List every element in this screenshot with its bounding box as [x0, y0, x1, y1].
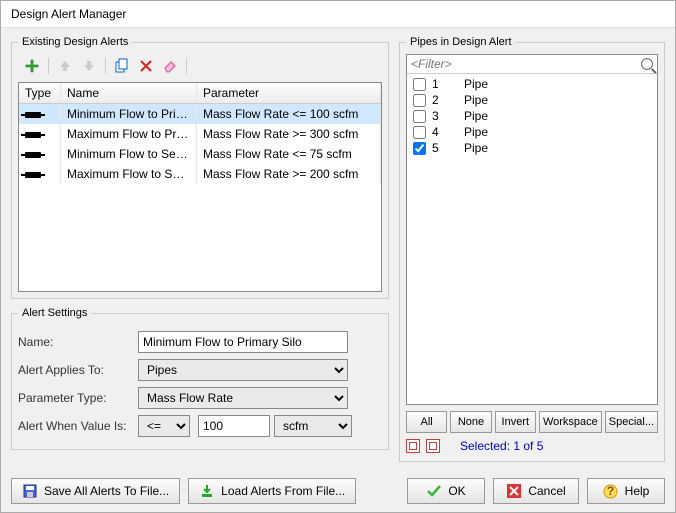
type-cell [19, 144, 61, 164]
list-item[interactable]: 2 Pipe [409, 92, 655, 108]
list-item[interactable]: 3 Pipe [409, 108, 655, 124]
pipes-filter-input[interactable] [411, 57, 641, 71]
load-alerts-button[interactable]: Load Alerts From File... [188, 478, 356, 504]
search-icon[interactable] [641, 58, 653, 70]
name-cell: Minimum Flow to Primar... [61, 104, 197, 124]
pipe-number: 3 [432, 109, 458, 123]
grid-view-icon[interactable] [406, 439, 420, 453]
value-input[interactable] [198, 415, 270, 437]
save-icon [22, 483, 38, 499]
existing-alerts-group: Existing Design Alerts Type Name Paramet… [11, 36, 389, 299]
alerts-grid[interactable]: Type Name Parameter Minimum Flow to Prim… [18, 82, 382, 292]
alert-settings-group: Alert Settings Name: Alert Applies To: P… [11, 307, 389, 450]
select-invert-button[interactable]: Invert [495, 411, 536, 433]
cancel-label: Cancel [528, 484, 565, 498]
header-name[interactable]: Name [61, 83, 197, 103]
existing-alerts-legend: Existing Design Alerts [18, 36, 132, 48]
pipe-number: 4 [432, 125, 458, 139]
pipe-checkbox[interactable] [413, 110, 426, 123]
select-none-button[interactable]: None [450, 411, 491, 433]
applies-select[interactable]: Pipes [138, 359, 348, 381]
pipe-label: Pipe [464, 77, 488, 91]
save-alerts-button[interactable]: Save All Alerts To File... [11, 478, 180, 504]
pipe-checkbox[interactable] [413, 126, 426, 139]
svg-text:?: ? [607, 484, 614, 498]
save-alerts-label: Save All Alerts To File... [44, 484, 169, 498]
list-item[interactable]: 4 Pipe [409, 124, 655, 140]
param-cell: Mass Flow Rate <= 75 scfm [197, 144, 381, 164]
pipe-checkbox[interactable] [413, 142, 426, 155]
pipe-type-icon [25, 112, 41, 118]
name-label: Name: [18, 335, 138, 349]
move-down-icon[interactable] [79, 56, 99, 76]
copy-icon[interactable] [112, 56, 132, 76]
pipe-label: Pipe [464, 141, 488, 155]
param-cell: Mass Flow Rate <= 100 scfm [197, 104, 381, 124]
type-cell [19, 164, 61, 184]
cancel-button[interactable]: Cancel [493, 478, 579, 504]
list-item[interactable]: 1 Pipe [409, 76, 655, 92]
cancel-icon [506, 483, 522, 499]
pipe-type-icon [25, 172, 41, 178]
move-up-icon[interactable] [55, 56, 75, 76]
pipe-type-icon [25, 132, 41, 138]
table-row[interactable]: Maximum Flow to Primar...Mass Flow Rate … [19, 124, 381, 144]
bottom-bar: Save All Alerts To File... Load Alerts F… [1, 470, 675, 512]
selected-count: Selected: 1 of 5 [460, 439, 543, 453]
window-titlebar: Design Alert Manager [1, 1, 675, 28]
select-workspace-button[interactable]: Workspace [539, 411, 602, 433]
header-type[interactable]: Type [19, 83, 61, 103]
load-icon [199, 483, 215, 499]
name-cell: Maximum Flow to Second.. [61, 164, 197, 184]
pipe-checkbox[interactable] [413, 94, 426, 107]
pipes-list[interactable]: 1 Pipe 2 Pipe 3 Pipe 4 Pipe 5 Pipe [407, 74, 657, 404]
pipes-legend: Pipes in Design Alert [406, 36, 516, 48]
name-cell: Minimum Flow to Second.. [61, 144, 197, 164]
help-label: Help [625, 484, 650, 498]
pipe-number: 5 [432, 141, 458, 155]
header-param[interactable]: Parameter [197, 83, 381, 103]
load-alerts-label: Load Alerts From File... [221, 484, 345, 498]
when-label: Alert When Value Is: [18, 419, 138, 433]
list-item[interactable]: 5 Pipe [409, 140, 655, 156]
pipe-label: Pipe [464, 125, 488, 139]
ptype-select[interactable]: Mass Flow Rate [138, 387, 348, 409]
pipes-group: Pipes in Design Alert 1 Pipe 2 Pipe 3 Pipe 4 Pi… [399, 36, 665, 462]
alert-settings-legend: Alert Settings [18, 307, 91, 319]
ptype-label: Parameter Type: [18, 391, 138, 405]
pipe-type-icon [25, 152, 41, 158]
type-cell [19, 104, 61, 124]
type-cell [19, 124, 61, 144]
param-cell: Mass Flow Rate >= 300 scfm [197, 124, 381, 144]
pipe-label: Pipe [464, 93, 488, 107]
select-all-button[interactable]: All [406, 411, 447, 433]
erase-icon[interactable] [160, 56, 180, 76]
window-title: Design Alert Manager [11, 7, 126, 21]
applies-label: Alert Applies To: [18, 363, 138, 377]
pipe-number: 1 [432, 77, 458, 91]
select-special-button[interactable]: Special... [605, 411, 658, 433]
ok-label: OK [448, 484, 465, 498]
delete-icon[interactable] [136, 56, 156, 76]
check-icon [426, 483, 442, 499]
pipe-checkbox[interactable] [413, 78, 426, 91]
add-icon[interactable] [22, 56, 42, 76]
param-cell: Mass Flow Rate >= 200 scfm [197, 164, 381, 184]
table-row[interactable]: Maximum Flow to Second..Mass Flow Rate >… [19, 164, 381, 184]
ok-button[interactable]: OK [407, 478, 485, 504]
table-row[interactable]: Minimum Flow to Second..Mass Flow Rate <… [19, 144, 381, 164]
pipe-label: Pipe [464, 109, 488, 123]
alerts-toolbar [18, 54, 382, 82]
name-cell: Maximum Flow to Primar... [61, 124, 197, 144]
table-row[interactable]: Minimum Flow to Primar...Mass Flow Rate … [19, 104, 381, 124]
help-icon: ? [603, 483, 619, 499]
operator-select[interactable]: <= [138, 415, 190, 437]
name-input[interactable] [138, 331, 348, 353]
alerts-grid-header: Type Name Parameter [19, 83, 381, 104]
unit-select[interactable]: scfm [274, 415, 352, 437]
grid-view2-icon[interactable] [426, 439, 440, 453]
pipe-number: 2 [432, 93, 458, 107]
help-button[interactable]: ? Help [587, 478, 665, 504]
